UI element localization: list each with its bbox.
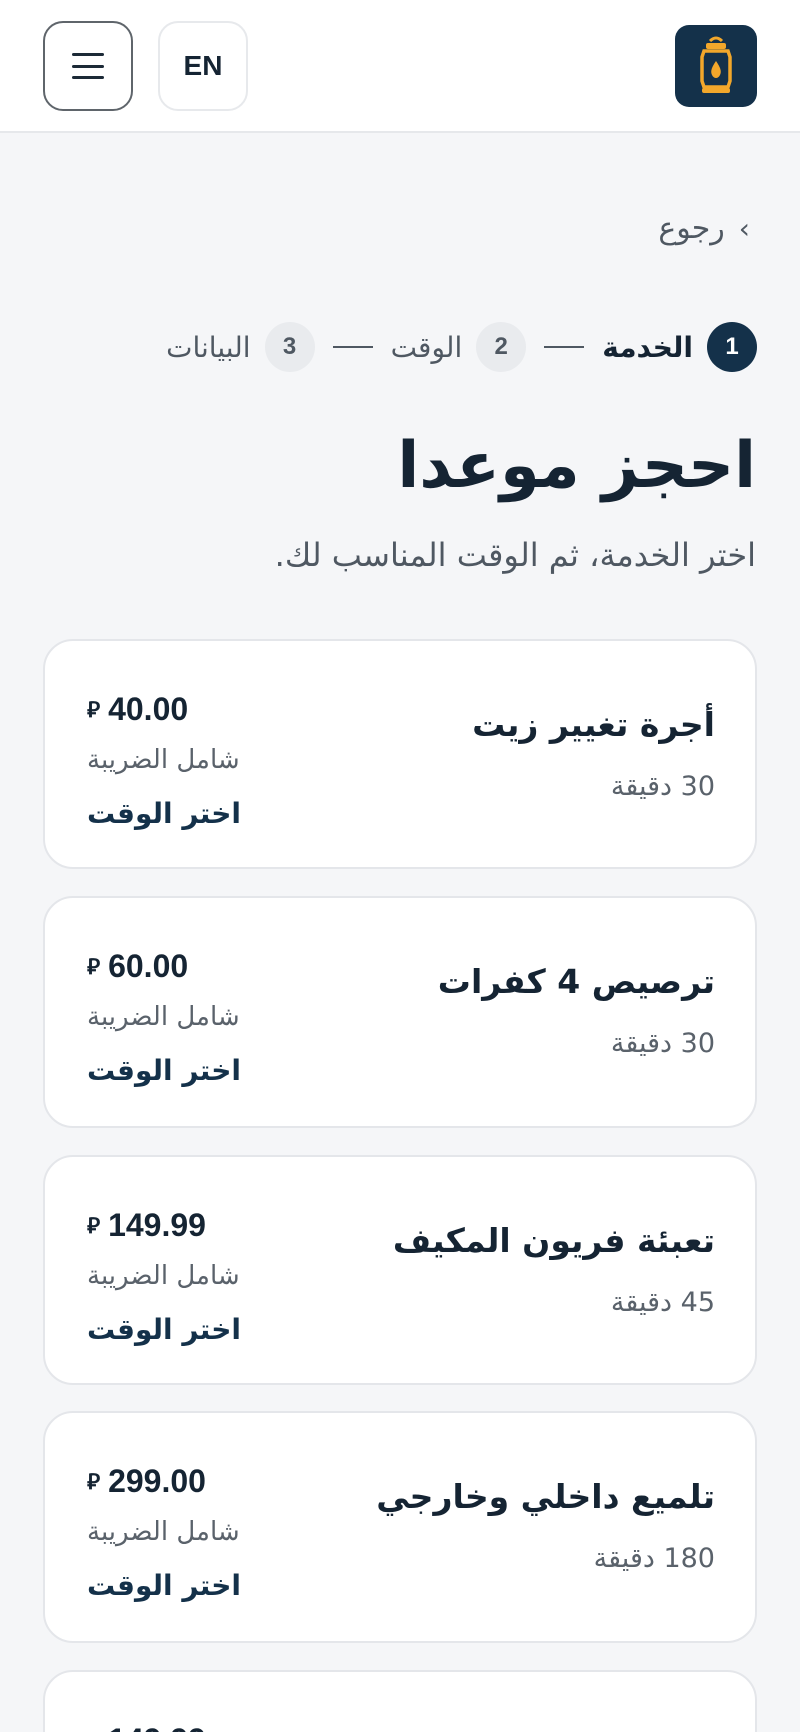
page-title: احجز موعدا: [397, 429, 756, 503]
choose-time-button[interactable]: اختر الوقت: [87, 1313, 241, 1346]
service-card[interactable]: تعبئة فريون المكيف 45 دقيقة ⃁ 149.99 شام…: [43, 1155, 757, 1385]
page-subtitle: اختر الخدمة، ثم الوقت المناسب لك.: [274, 536, 756, 574]
service-price: ⃁ 299.00: [87, 1463, 206, 1500]
tax-note: شامل الضريبة: [87, 1002, 240, 1032]
back-label: رجوع: [658, 210, 725, 246]
lantern-icon: [700, 36, 732, 93]
step-label: البيانات: [166, 330, 251, 364]
hamburger-icon: [72, 53, 104, 79]
service-duration: 45 دقيقة: [610, 1287, 715, 1318]
service-price: ⃁ 60.00: [87, 948, 188, 985]
riyal-icon: ⃁: [87, 696, 101, 722]
service-duration: 180 دقيقة: [593, 1543, 715, 1574]
service-card[interactable]: أجرة تغيير زيت 30 دقيقة ⃁ 40.00 شامل الض…: [43, 639, 757, 869]
service-card[interactable]: ⃁ 149.99: [43, 1670, 757, 1732]
service-name: تلميع داخلي وخارجي: [376, 1477, 715, 1516]
step-number: 3: [264, 322, 315, 372]
price-value: 60.00: [108, 948, 189, 984]
price-value: 299.00: [108, 1463, 206, 1499]
step-label: الوقت: [390, 330, 463, 364]
choose-time-button[interactable]: اختر الوقت: [87, 797, 241, 830]
service-duration: 30 دقيقة: [610, 771, 715, 802]
logo[interactable]: [675, 25, 757, 107]
step-service: 1 الخدمة: [602, 322, 757, 372]
price-value: 40.00: [108, 691, 189, 727]
service-name: أجرة تغيير زيت: [472, 705, 715, 744]
riyal-icon: ⃁: [87, 1727, 100, 1732]
stepper: 1 الخدمة 2 الوقت 3 البيانات: [166, 321, 757, 373]
tax-note: شامل الضريبة: [87, 1261, 240, 1291]
step-number: 1: [707, 322, 757, 372]
step-details: 3 البيانات: [166, 322, 315, 372]
service-price: ⃁ 149.99: [87, 1722, 206, 1732]
service-card[interactable]: ترصيص 4 كفرات 30 دقيقة ⃁ 60.00 شامل الضر…: [43, 896, 757, 1128]
step-number: 2: [476, 322, 527, 372]
price-value: 149.99: [108, 1722, 206, 1732]
step-label: الخدمة: [602, 330, 693, 364]
tax-note: شامل الضريبة: [87, 1517, 240, 1547]
service-price: ⃁ 149.99: [87, 1207, 206, 1244]
riyal-icon: ⃁: [87, 1212, 101, 1238]
menu-button[interactable]: [43, 21, 133, 111]
choose-time-button[interactable]: اختر الوقت: [87, 1569, 241, 1602]
choose-time-button[interactable]: اختر الوقت: [87, 1054, 241, 1087]
riyal-icon: ⃁: [87, 1468, 101, 1494]
service-price: ⃁ 40.00: [87, 691, 188, 728]
step-divider: [544, 346, 585, 348]
step-time: 2 الوقت: [391, 322, 527, 372]
price-value: 149.99: [108, 1207, 206, 1243]
top-bar: EN: [0, 0, 800, 133]
service-duration: 30 دقيقة: [610, 1028, 715, 1059]
service-name: تعبئة فريون المكيف: [392, 1221, 715, 1260]
service-name: ترصيص 4 كفرات: [437, 962, 715, 1001]
tax-note: شامل الضريبة: [87, 745, 240, 775]
service-card[interactable]: تلميع داخلي وخارجي 180 دقيقة ⃁ 299.00 شا…: [43, 1411, 757, 1643]
chevron-right-icon: ›: [738, 211, 750, 245]
riyal-icon: ⃁: [87, 953, 101, 979]
back-link[interactable]: › رجوع: [658, 206, 750, 250]
step-divider: [332, 346, 373, 348]
language-toggle-button[interactable]: EN: [158, 21, 248, 111]
